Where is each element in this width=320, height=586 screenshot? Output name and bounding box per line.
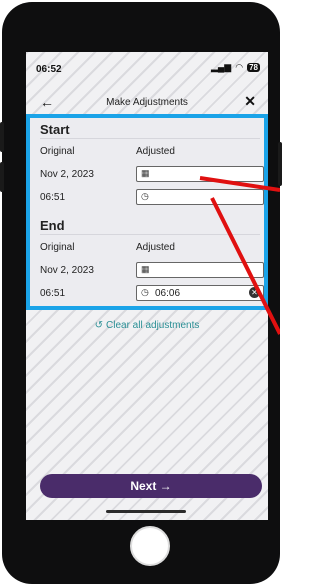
calendar-icon: ▦ bbox=[141, 264, 150, 274]
start-title: Start bbox=[40, 122, 70, 137]
next-button[interactable]: Next → bbox=[40, 474, 262, 498]
start-original-time: 06:51 bbox=[40, 192, 66, 203]
home-indicator bbox=[106, 510, 186, 513]
home-button[interactable] bbox=[130, 526, 170, 566]
signal-icon: ▂▄▆ bbox=[211, 62, 232, 72]
power-button bbox=[278, 142, 282, 186]
end-adjusted-label: Adjusted bbox=[136, 242, 175, 253]
end-date-input[interactable]: ▦ bbox=[136, 262, 264, 278]
divider bbox=[40, 138, 260, 139]
calendar-icon: ▦ bbox=[141, 168, 150, 178]
volume-up-button bbox=[0, 122, 4, 152]
screen: 06:52 ▂▄▆ ◠ 78 ← Make Adjustments ✕ Star… bbox=[26, 52, 268, 520]
adjustments-panel: Start Original Adjusted Nov 2, 2023 ▦ 06… bbox=[26, 114, 268, 310]
clear-time-icon[interactable]: ✕ bbox=[249, 287, 260, 298]
divider bbox=[40, 234, 260, 235]
end-time-value: 06:06 bbox=[155, 288, 181, 299]
header: ← Make Adjustments ✕ bbox=[26, 92, 268, 114]
battery-icon: 78 bbox=[247, 63, 260, 72]
phone-frame: 06:52 ▂▄▆ ◠ 78 ← Make Adjustments ✕ Star… bbox=[0, 2, 282, 584]
close-icon[interactable]: ✕ bbox=[244, 93, 256, 110]
start-original-date: Nov 2, 2023 bbox=[40, 169, 94, 180]
end-original-time: 06:51 bbox=[40, 288, 66, 299]
start-original-label: Original bbox=[40, 146, 75, 157]
clear-all-adjustments-link[interactable]: ↺ Clear all adjustments bbox=[26, 320, 268, 331]
clear-all-label: Clear all adjustments bbox=[106, 320, 200, 331]
page-title: Make Adjustments bbox=[106, 97, 188, 108]
wifi-icon: ◠ bbox=[235, 62, 244, 72]
undo-icon: ↺ bbox=[94, 320, 103, 331]
start-time-input[interactable]: ◷ bbox=[136, 189, 264, 205]
start-adjusted-label: Adjusted bbox=[136, 146, 175, 157]
clock-icon: ◷ bbox=[141, 191, 149, 201]
volume-down-button bbox=[0, 162, 4, 192]
end-time-input[interactable]: ◷ 06:06 ✕ bbox=[136, 285, 264, 301]
status-time: 06:52 bbox=[36, 64, 62, 75]
end-title: End bbox=[40, 218, 65, 233]
start-date-input[interactable]: ▦ bbox=[136, 166, 264, 182]
end-original-label: Original bbox=[40, 242, 75, 253]
status-icons: ▂▄▆ ◠ 78 bbox=[211, 62, 260, 73]
clock-icon: ◷ bbox=[141, 287, 149, 297]
end-original-date: Nov 2, 2023 bbox=[40, 265, 94, 276]
